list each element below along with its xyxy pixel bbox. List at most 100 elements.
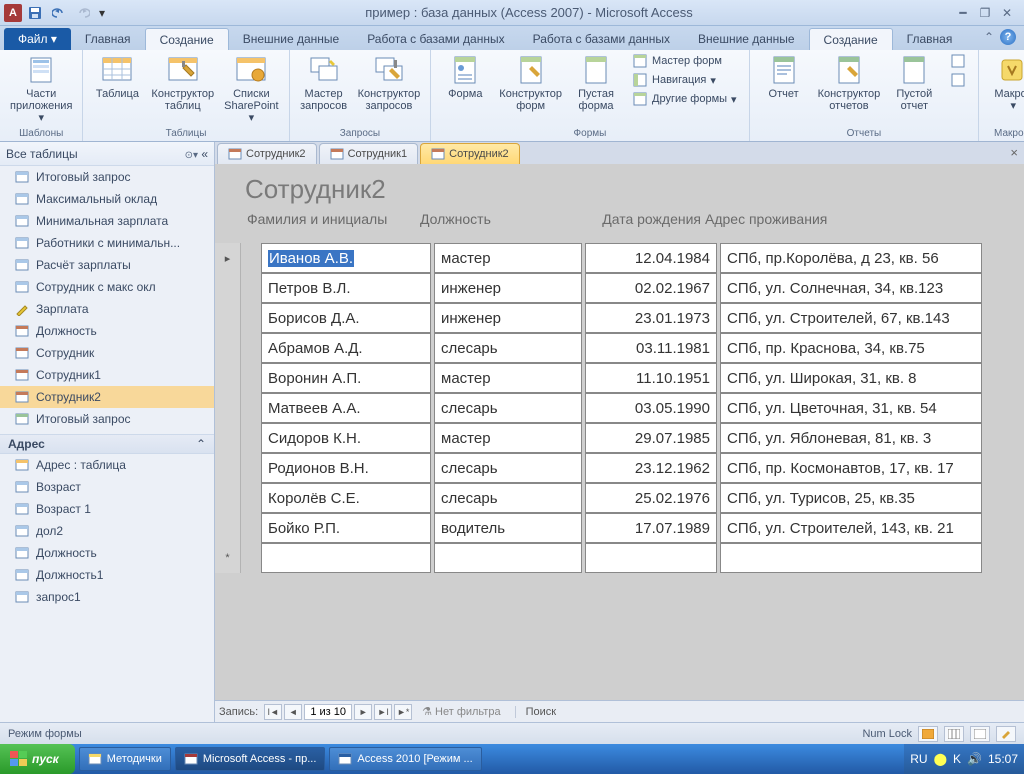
nav-item[interactable]: Должность bbox=[0, 542, 214, 564]
cell-job[interactable]: слесарь bbox=[434, 453, 582, 483]
report-designer-button[interactable]: Конструктор отчетов bbox=[816, 52, 883, 114]
view-design-icon[interactable] bbox=[996, 726, 1016, 742]
nav-item[interactable]: Итоговый запрос bbox=[0, 408, 214, 430]
table-designer-button[interactable]: Конструктор таблиц bbox=[149, 52, 216, 114]
cell-name[interactable]: Матвеев А.А. bbox=[261, 393, 431, 423]
record-selector[interactable] bbox=[215, 423, 241, 453]
tray-icon[interactable]: 🔊 bbox=[967, 752, 982, 766]
record-selector[interactable] bbox=[215, 273, 241, 303]
nav-item[interactable]: Сотрудник1 bbox=[0, 364, 214, 386]
blank-form-button[interactable]: Пустая форма bbox=[570, 52, 622, 114]
nav-item[interactable]: дол2 bbox=[0, 520, 214, 542]
cell-name[interactable]: Родионов В.Н. bbox=[261, 453, 431, 483]
cell-job[interactable]: слесарь bbox=[434, 333, 582, 363]
document-tab[interactable]: Сотрудник2 bbox=[217, 143, 317, 164]
filter-indicator[interactable]: ⚗Нет фильтра bbox=[422, 705, 500, 718]
nav-item[interactable]: Зарплата bbox=[0, 298, 214, 320]
recnav-position[interactable] bbox=[304, 704, 352, 720]
app-parts-button[interactable]: Части приложения▾ bbox=[8, 52, 74, 126]
search-box[interactable]: Поиск bbox=[515, 706, 556, 718]
cell-job[interactable]: мастер bbox=[434, 423, 582, 453]
navpane-collapse-icon[interactable]: « bbox=[201, 147, 208, 161]
ribbon-tab[interactable]: Создание bbox=[145, 28, 229, 50]
report-mini-2[interactable] bbox=[946, 71, 970, 89]
cell-name[interactable]: Абрамов А.Д. bbox=[261, 333, 431, 363]
ribbon-minimize-icon[interactable]: ⌃ bbox=[984, 30, 994, 44]
taskbar-item[interactable]: Access 2010 [Режим ... bbox=[329, 747, 481, 771]
qat-save-icon[interactable] bbox=[24, 3, 46, 23]
record-selector[interactable] bbox=[215, 513, 241, 543]
cell-job[interactable]: мастер bbox=[434, 243, 582, 273]
cell-address[interactable]: СПб, ул. Строителей, 67, кв.143 bbox=[720, 303, 982, 333]
recnav-next-icon[interactable]: ► bbox=[354, 704, 372, 720]
recnav-first-icon[interactable]: I◄ bbox=[264, 704, 282, 720]
cell-date[interactable] bbox=[585, 543, 717, 573]
cell-job[interactable] bbox=[434, 543, 582, 573]
cell-date[interactable]: 11.10.1951 bbox=[585, 363, 717, 393]
nav-item[interactable]: Максимальный оклад bbox=[0, 188, 214, 210]
nav-item[interactable]: Сотрудник с макс окл bbox=[0, 276, 214, 298]
record-selector[interactable] bbox=[215, 453, 241, 483]
cell-address[interactable] bbox=[720, 543, 982, 573]
cell-date[interactable]: 03.05.1990 bbox=[585, 393, 717, 423]
cell-date[interactable]: 29.07.1985 bbox=[585, 423, 717, 453]
table-button[interactable]: Таблица bbox=[91, 52, 143, 102]
cell-job[interactable]: инженер bbox=[434, 273, 582, 303]
nav-item[interactable]: Работники с минимальн... bbox=[0, 232, 214, 254]
nav-item[interactable]: Итоговый запрос bbox=[0, 166, 214, 188]
cell-address[interactable]: СПб, ул. Яблоневая, 81, кв. 3 bbox=[720, 423, 982, 453]
ribbon-tab[interactable]: Внешние данные bbox=[229, 28, 354, 50]
close-icon[interactable]: ✕ bbox=[998, 6, 1016, 20]
form-button[interactable]: Форма bbox=[439, 52, 491, 102]
tab-Главная[interactable]: Главная bbox=[893, 28, 967, 50]
cell-address[interactable]: СПб, пр.Королёва, д 23, кв. 56 bbox=[720, 243, 982, 273]
cell-name[interactable] bbox=[261, 543, 431, 573]
cell-job[interactable]: водитель bbox=[434, 513, 582, 543]
sharepoint-lists-button[interactable]: Списки SharePoint▾ bbox=[222, 52, 280, 126]
cell-name[interactable]: Сидоров К.Н. bbox=[261, 423, 431, 453]
cell-name[interactable]: Петров В.Л. bbox=[261, 273, 431, 303]
cell-address[interactable]: СПб, ул. Строителей, 143, кв. 21 bbox=[720, 513, 982, 543]
report-mini-1[interactable] bbox=[946, 52, 970, 70]
report-button[interactable]: Отчет bbox=[758, 52, 810, 102]
nav-item[interactable]: запрос1 bbox=[0, 586, 214, 608]
cell-name[interactable]: Иванов А.В. bbox=[261, 243, 431, 273]
cell-address[interactable]: СПб, ул. Солнечная, 34, кв.123 bbox=[720, 273, 982, 303]
cell-date[interactable]: 23.01.1973 bbox=[585, 303, 717, 333]
qat-undo-icon[interactable] bbox=[48, 3, 70, 23]
cell-date[interactable]: 02.02.1967 bbox=[585, 273, 717, 303]
ribbon-tab[interactable]: Работа с базами данных bbox=[353, 28, 518, 50]
tray-icon[interactable]: K bbox=[953, 752, 961, 766]
cell-name[interactable]: Бойко Р.П. bbox=[261, 513, 431, 543]
tray-icon[interactable]: ⬤ bbox=[934, 752, 947, 766]
cell-name[interactable]: Борисов Д.А. bbox=[261, 303, 431, 333]
recnav-last-icon[interactable]: ►I bbox=[374, 704, 392, 720]
record-selector[interactable] bbox=[215, 393, 241, 423]
nav-item[interactable]: Сотрудник2 bbox=[0, 386, 214, 408]
nav-item[interactable]: Минимальная зарплата bbox=[0, 210, 214, 232]
query-designer-button[interactable]: Конструктор запросов bbox=[356, 52, 423, 114]
tab-Внешние данные[interactable]: Внешние данные bbox=[684, 28, 809, 50]
cell-date[interactable]: 12.04.1984 bbox=[585, 243, 717, 273]
cell-address[interactable]: СПб, ул. Цветочная, 31, кв. 54 bbox=[720, 393, 982, 423]
document-tab[interactable]: Сотрудник1 bbox=[319, 143, 419, 164]
cell-date[interactable]: 03.11.1981 bbox=[585, 333, 717, 363]
start-button[interactable]: пуск bbox=[0, 744, 75, 774]
blank-report-button[interactable]: Пустой отчет bbox=[888, 52, 940, 114]
cell-date[interactable]: 23.12.1962 bbox=[585, 453, 717, 483]
record-selector[interactable] bbox=[215, 483, 241, 513]
navpane-section[interactable]: Адрес⌃ bbox=[0, 434, 214, 454]
macro-button[interactable]: Макрос▾ bbox=[987, 52, 1024, 114]
nav-item[interactable]: Возраст 1 bbox=[0, 498, 214, 520]
cell-job[interactable]: слесарь bbox=[434, 393, 582, 423]
record-selector[interactable] bbox=[215, 303, 241, 333]
cell-name[interactable]: Королёв С.Е. bbox=[261, 483, 431, 513]
query-wizard-button[interactable]: Мастер запросов bbox=[298, 52, 350, 114]
cell-address[interactable]: СПб, ул. Турисов, 25, кв.35 bbox=[720, 483, 982, 513]
document-tab[interactable]: Сотрудник2 bbox=[420, 143, 520, 164]
record-selector-new[interactable]: * bbox=[215, 543, 241, 573]
navpane-dropdown-icon[interactable]: ⊙▾ bbox=[185, 150, 198, 161]
other-forms-item[interactable]: Другие формы▾ bbox=[628, 90, 741, 108]
minimize-icon[interactable]: ━ bbox=[954, 6, 972, 20]
nav-item[interactable]: Адрес : таблица bbox=[0, 454, 214, 476]
